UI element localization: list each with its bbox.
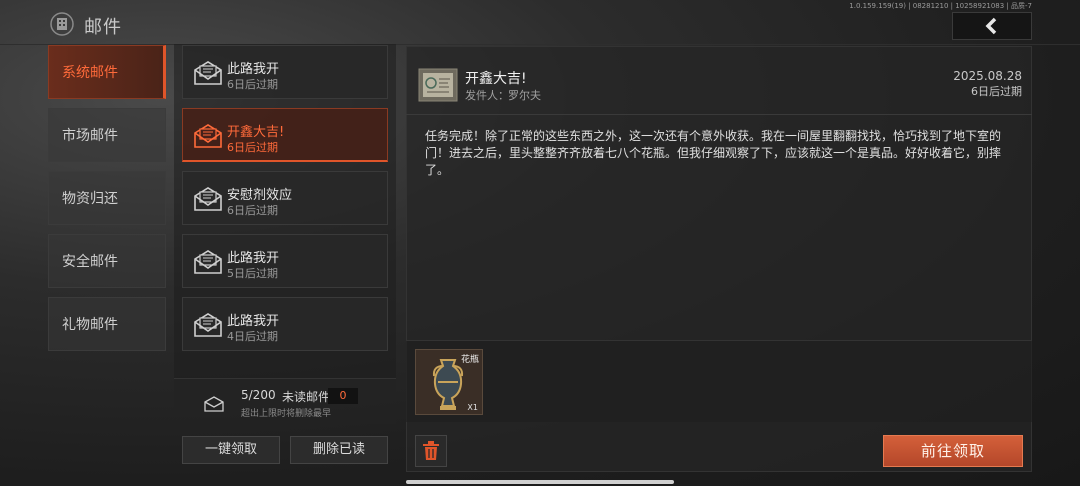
trash-icon bbox=[423, 441, 439, 460]
mail-list-item[interactable]: 此路我开 5日后过期 bbox=[182, 234, 388, 288]
detail-divider bbox=[406, 114, 1032, 115]
top-bar: 邮件 1.0.159.159(19) | 08281210 | 10258921… bbox=[0, 0, 1080, 42]
mail-body: 任务完成！除了正常的这些东西之外，这一次还有个意外收获。我在一间屋里翻翻找找，恰… bbox=[425, 129, 1002, 177]
mail-expiry: 6日后过期 bbox=[227, 204, 278, 217]
category-label: 安全邮件 bbox=[62, 254, 118, 270]
mail-subject: 安慰剂效应 bbox=[227, 188, 293, 203]
sender-name: 罗尔夫 bbox=[508, 89, 541, 102]
version-text: 1.0.159.159(19) | 08281210 | 10258921083… bbox=[849, 2, 1032, 10]
attachments-area bbox=[406, 340, 1032, 422]
letter-icon bbox=[418, 68, 458, 102]
mail-list-item-selected[interactable]: 开鑫大吉! 6日后过期 bbox=[182, 108, 388, 162]
mail-list-item[interactable]: 此路我开 6日后过期 bbox=[182, 45, 388, 99]
mail-subject: 此路我开 bbox=[227, 62, 280, 77]
category-label: 礼物邮件 bbox=[62, 317, 118, 333]
envelope-open-icon bbox=[194, 124, 222, 148]
mail-app-logo-icon bbox=[50, 12, 74, 36]
unread-label: 未读邮件 bbox=[282, 390, 331, 404]
category-label: 市场邮件 bbox=[62, 128, 118, 144]
unread-count-badge: 0 bbox=[328, 388, 358, 404]
mail-list-item[interactable]: 此路我开 4日后过期 bbox=[182, 297, 388, 351]
mail-detail-expiry: 6日后过期 bbox=[971, 85, 1022, 98]
mail-expiry: 6日后过期 bbox=[227, 141, 278, 154]
mail-expiry: 4日后过期 bbox=[227, 330, 278, 343]
attachment-quantity: X1 bbox=[467, 403, 478, 412]
home-indicator[interactable] bbox=[406, 480, 674, 484]
category-security-mail[interactable]: 安全邮件 bbox=[48, 234, 166, 288]
category-supply-return[interactable]: 物资归还 bbox=[48, 171, 166, 225]
mail-detail-title: 开鑫大吉! bbox=[465, 71, 527, 87]
envelope-icon bbox=[194, 313, 222, 337]
mail-count: 5/200 bbox=[241, 388, 276, 402]
category-gift-mail[interactable]: 礼物邮件 bbox=[48, 297, 166, 351]
attachment-item[interactable]: 花瓶 X1 bbox=[415, 349, 483, 415]
category-label: 物资归还 bbox=[62, 191, 118, 207]
attachment-name: 花瓶 bbox=[460, 355, 479, 365]
claim-all-button[interactable]: 一键领取 bbox=[182, 436, 280, 464]
sender-label: 发件人： bbox=[465, 89, 509, 102]
capacity-note: 超出上限时将删除最早 bbox=[241, 409, 332, 419]
envelope-icon bbox=[194, 187, 222, 211]
delete-read-button[interactable]: 删除已读 bbox=[290, 436, 388, 464]
envelope-icon bbox=[194, 61, 222, 85]
envelope-icon bbox=[194, 250, 222, 274]
delete-mail-button[interactable] bbox=[415, 435, 447, 467]
go-claim-button[interactable]: 前往领取 bbox=[883, 435, 1023, 467]
mailbox-icon bbox=[204, 396, 224, 412]
category-system-mail[interactable]: 系统邮件 bbox=[48, 45, 166, 99]
mailbox-stats: 5/200 未读邮件 0 超出上限时将删除最早 bbox=[174, 378, 396, 424]
category-label: 系统邮件 bbox=[62, 65, 118, 81]
mail-list-item[interactable]: 安慰剂效应 6日后过期 bbox=[182, 171, 388, 225]
chevron-left-icon bbox=[985, 17, 997, 35]
mail-date: 2025.08.28 bbox=[953, 69, 1022, 83]
mail-expiry: 5日后过期 bbox=[227, 267, 278, 280]
page-title: 邮件 bbox=[84, 17, 122, 38]
mail-subject: 此路我开 bbox=[227, 314, 280, 329]
mail-subject: 此路我开 bbox=[227, 251, 280, 266]
mail-expiry: 6日后过期 bbox=[227, 78, 278, 91]
back-button[interactable] bbox=[952, 12, 1032, 40]
mail-subject: 开鑫大吉! bbox=[227, 125, 285, 140]
category-market-mail[interactable]: 市场邮件 bbox=[48, 108, 166, 162]
